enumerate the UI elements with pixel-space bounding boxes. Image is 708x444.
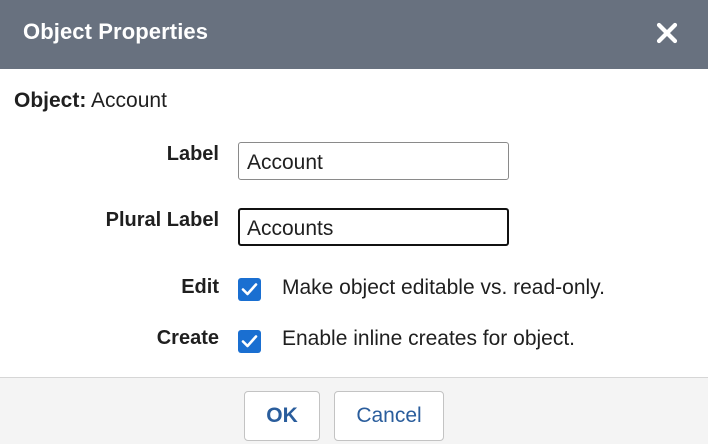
- create-checkbox[interactable]: [238, 330, 261, 353]
- object-label: Object:: [14, 89, 87, 112]
- plural-label-input[interactable]: [238, 208, 509, 246]
- object-value: Account: [91, 89, 167, 112]
- close-button[interactable]: [654, 20, 680, 46]
- dialog-title: Object Properties: [23, 19, 209, 44]
- edit-option-label: Edit: [181, 276, 219, 298]
- close-icon: [656, 22, 678, 44]
- dialog-titlebar: Object Properties: [0, 0, 708, 69]
- object-info: Object: Account: [14, 89, 167, 113]
- object-properties-dialog: Object Properties Object: Account Label …: [0, 0, 708, 444]
- checkmark-icon: [241, 335, 258, 348]
- checkmark-icon: [241, 283, 258, 296]
- dialog-footer: OK Cancel: [0, 377, 708, 444]
- ok-button[interactable]: OK: [244, 391, 320, 441]
- cancel-button[interactable]: Cancel: [334, 391, 444, 441]
- label-input[interactable]: [238, 142, 509, 180]
- plural-label-field-label: Plural Label: [105, 209, 219, 231]
- edit-checkbox[interactable]: [238, 278, 261, 301]
- edit-description: Make object editable vs. read-only.: [282, 276, 605, 299]
- create-description: Enable inline creates for object.: [282, 327, 576, 350]
- create-option-label: Create: [156, 327, 219, 349]
- label-field-label: Label: [166, 143, 219, 165]
